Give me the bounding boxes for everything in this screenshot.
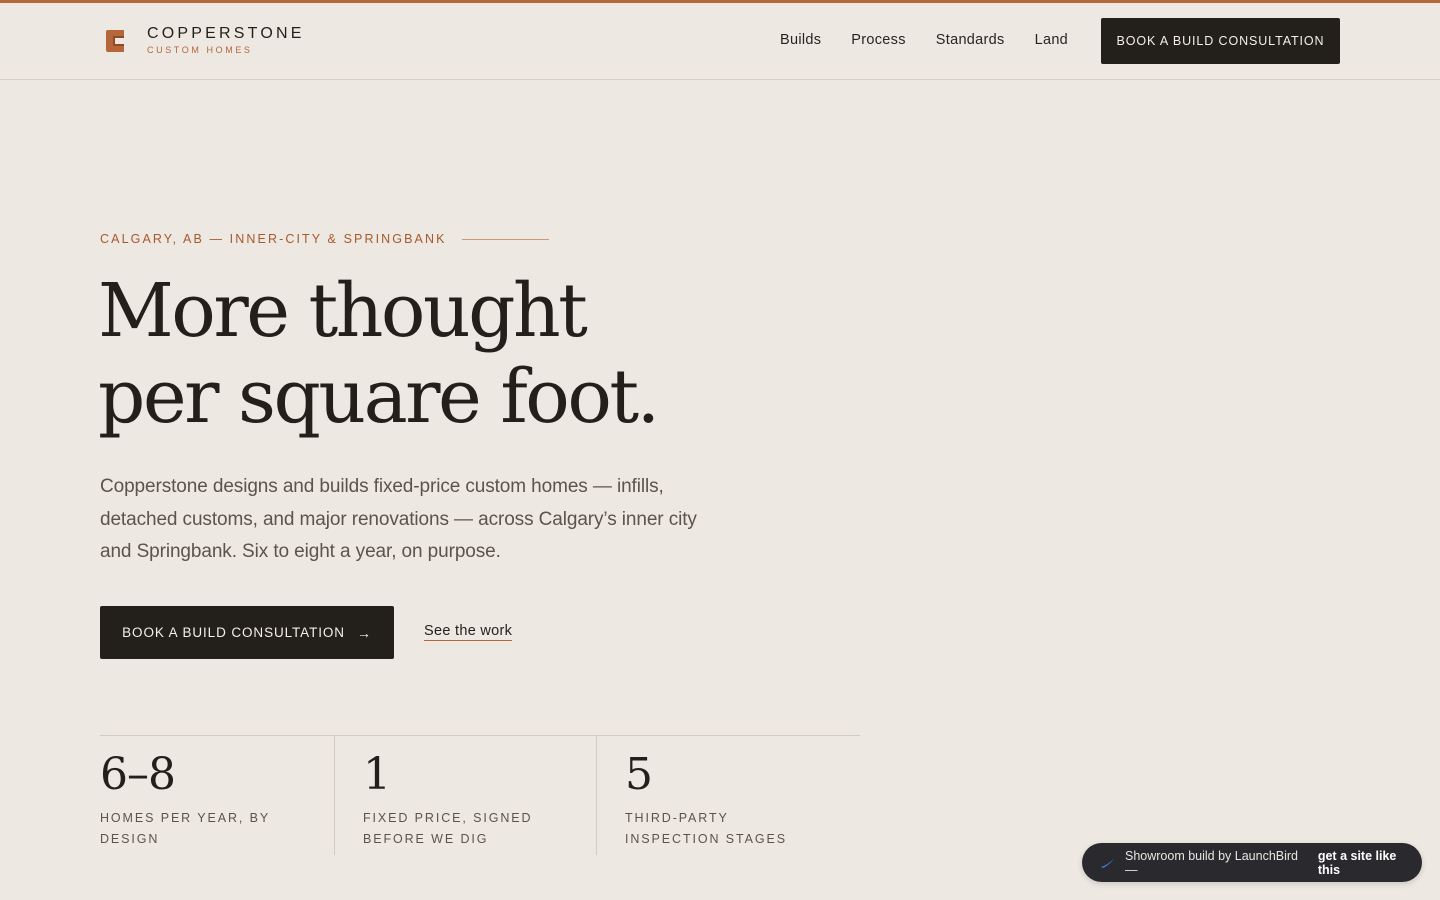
header-consultation-button[interactable]: BOOK A BUILD CONSULTATION	[1101, 18, 1340, 64]
hero-consultation-label: BOOK A BUILD CONSULTATION	[122, 625, 345, 640]
badge-cta: get a site like this	[1317, 848, 1397, 877]
stat-value: 5	[625, 749, 653, 800]
see-the-work-link[interactable]: See the work	[424, 623, 513, 641]
stat-value: 1	[363, 749, 391, 800]
stat-label: HOMES PER YEAR, BY DESIGN	[100, 811, 270, 846]
stat-value: 6–8	[100, 749, 176, 800]
site-header: COPPERSTONE CUSTOM HOMES Builds Process …	[0, 3, 1440, 80]
brand-name: COPPERSTONE	[147, 25, 305, 42]
brand-tagline: CUSTOM HOMES	[147, 45, 253, 55]
stats-row: 6–8 HOMES PER YEAR, BY DESIGN 1 FIXED PR…	[100, 735, 860, 855]
launchbird-badge[interactable]: Showroom build by LaunchBird — get a sit…	[1082, 843, 1422, 882]
stat-homes-per-year: 6–8 HOMES PER YEAR, BY DESIGN	[100, 736, 334, 855]
badge-text: Showroom build by LaunchBird —	[1124, 848, 1299, 877]
hero-eyebrow: CALGARY, AB — INNER-CITY & SPRINGBANK	[100, 232, 549, 246]
stat-fixed-price: 1 FIXED PRICE, SIGNED BEFORE WE DIG	[334, 736, 596, 855]
headline-line-1: More thought	[98, 268, 588, 354]
main-nav: Builds Process Standards Land	[780, 32, 1068, 48]
brand-text: COPPERSTONE CUSTOM HOMES	[147, 25, 305, 56]
hero-headline: More thought per square foot.	[98, 268, 798, 440]
hero-lede: Copperstone designs and builds fixed-pri…	[100, 476, 697, 562]
launchbird-icon	[1100, 858, 1114, 868]
nav-item-process[interactable]: Process	[851, 32, 905, 48]
nav-item-standards[interactable]: Standards	[936, 32, 1005, 48]
nav-item-builds[interactable]: Builds	[780, 32, 821, 48]
arrow-right-icon: →	[356, 624, 372, 641]
copperstone-logo-icon	[106, 29, 124, 52]
headline-line-2: per square foot.	[98, 354, 660, 440]
nav-item-land[interactable]: Land	[1035, 32, 1068, 48]
stat-label: THIRD-PARTY INSPECTION STAGES	[625, 811, 787, 846]
stat-inspection-stages: 5 THIRD-PARTY INSPECTION STAGES	[596, 736, 860, 855]
eyebrow-text: CALGARY, AB — INNER-CITY & SPRINGBANK	[100, 232, 447, 246]
eyebrow-rule	[461, 238, 549, 240]
stat-label: FIXED PRICE, SIGNED BEFORE WE DIG	[363, 811, 533, 846]
hero-consultation-button[interactable]: BOOK A BUILD CONSULTATION →	[100, 606, 394, 659]
brand-logo[interactable]: COPPERSTONE CUSTOM HOMES	[104, 25, 305, 56]
